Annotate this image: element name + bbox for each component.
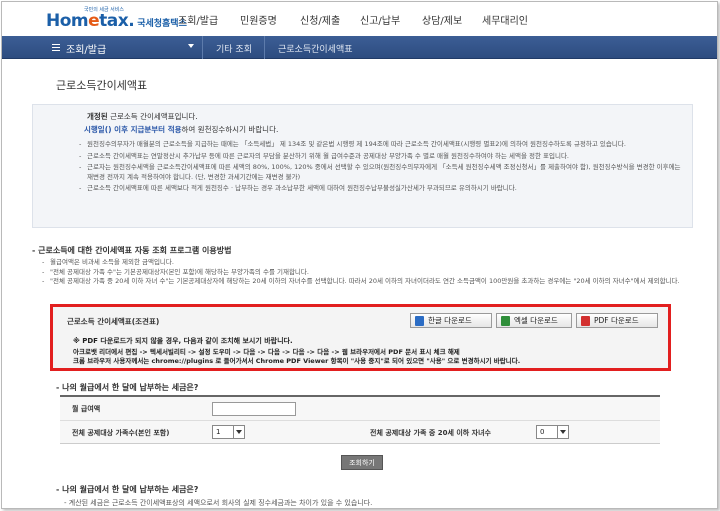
hwp-download-button[interactable]: 한글 다운로드 <box>410 313 492 328</box>
nav-item-consult[interactable]: 상담/제보 <box>422 12 482 27</box>
family-count-value: 1 <box>216 428 221 436</box>
pdf-file-icon <box>581 315 590 326</box>
hwp-file-icon <box>415 315 424 326</box>
chevron-down-icon <box>233 426 244 438</box>
result-note: - 계산된 세금은 근로소득 간이세액표상의 세액으로서 회사의 실제 징수세금… <box>64 499 373 507</box>
family-count-select[interactable]: 1 <box>212 425 245 439</box>
section-selector[interactable]: 조회/발급 <box>66 41 106 56</box>
page-title: 근로소득간이세액표 <box>56 79 148 92</box>
salary-input[interactable] <box>212 402 296 416</box>
excel-file-icon <box>501 315 510 326</box>
list-item: "전체 공제대상 가족 수"는 기본공제대상자(본인 포함)에 해당하는 부양가… <box>42 268 682 278</box>
family-count-label: 전체 공제대상 가족수(본인 포함) <box>72 429 170 437</box>
page-frame: 국민의 세금 서비스 Hometax. 국세청홈택스 조회/발급 민원증명 신청… <box>1 1 718 509</box>
list-item: 근로소득 간이세액표는 연말정산시 추가납부 등에 따른 근로자의 부담을 분산… <box>79 152 684 162</box>
list-item: 근로자는 원천징수세액을 근로소득간이세액표에 따른 세액의 80%, 100%… <box>79 163 684 182</box>
header: 국민의 세금 서비스 Hometax. 국세청홈택스 조회/발급 민원증명 신청… <box>2 2 717 36</box>
info-bullets: 원천징수의무자가 매월분의 근로소득을 지급하는 때에는 「소득세법」 제 13… <box>41 140 684 194</box>
main-nav: 조회/발급 민원증명 신청/제출 신고/납부 상담/제보 세무대리인 <box>178 12 528 27</box>
list-item: 월급여액은 비과세 소득을 제외한 금액입니다. <box>42 258 682 268</box>
usage-notes: 월급여액은 비과세 소득을 제외한 금액입니다. "전체 공제대상 가족 수"는… <box>42 258 682 287</box>
divider <box>202 36 203 59</box>
children-count-value: 0 <box>540 428 545 436</box>
info-line-2: 시행일() 이후 지급분부터 적용하여 원천징수하시기 바랍니다. <box>84 125 279 134</box>
button-label: 엑셀 다운로드 <box>514 316 558 325</box>
breadcrumb-current[interactable]: 근로소득간이세액표 <box>278 42 353 55</box>
section-title-result: 나의 월급에서 한 달에 납부하는 세금은? <box>56 484 198 495</box>
section-title-calc: 나의 월급에서 한 달에 납부하는 세금은? <box>56 382 198 393</box>
nav-item-certificate[interactable]: 민원증명 <box>240 12 300 27</box>
chevron-down-icon[interactable] <box>188 44 194 48</box>
info-line-1: 개정된 근로소득 간이세액표입니다. <box>87 112 198 121</box>
info-box: 개정된 근로소득 간이세액표입니다. 시행일() 이후 지급분부터 적용하여 원… <box>32 104 693 228</box>
salary-label: 월 급여액 <box>72 405 101 413</box>
button-label: PDF 다운로드 <box>594 316 639 325</box>
nav-item-tax-agent[interactable]: 세무대리인 <box>482 12 528 27</box>
pdf-download-button[interactable]: PDF 다운로드 <box>576 313 658 328</box>
button-label: 한글 다운로드 <box>428 316 472 325</box>
tax-calc-form: 월 급여액 전체 공제대상 가족수(본인 포함) 1 전체 공제대상 가족 중 … <box>60 395 660 444</box>
nav-item-apply[interactable]: 신청/제출 <box>300 12 360 27</box>
logo-tagline: 국민의 세금 서비스 <box>84 7 124 13</box>
hometax-logo[interactable]: 국민의 세금 서비스 Hometax. 국세청홈택스 <box>46 7 187 31</box>
download-box: 근로소득 간이세액표(조견표) 한글 다운로드 엑셀 다운로드 PDF 다운로드… <box>50 304 671 371</box>
list-item: 원천징수의무자가 매월분의 근로소득을 지급하는 때에는 「소득세법」 제 13… <box>79 140 684 150</box>
nav-item-inquiry[interactable]: 조회/발급 <box>178 12 240 27</box>
chevron-down-icon <box>557 426 568 438</box>
children-count-label: 전체 공제대상 가족 중 20세 이하 자녀수 <box>370 429 491 437</box>
calculate-button[interactable]: 조회하기 <box>341 455 383 470</box>
list-item: 근로소득 간이세액표에 따른 세액보다 적게 원천징수 · 납부하는 경우 과소… <box>79 184 684 194</box>
section-title-usage: 근로소득에 대한 간이세액표 자동 조회 프로그램 이용방법 <box>32 245 231 256</box>
result-note-text: 계산된 세금은 근로소득 간이세액표상의 세액으로서 회사의 실제 징수세금과는… <box>68 499 373 507</box>
nav-item-report-pay[interactable]: 신고/납부 <box>360 12 422 27</box>
list-item: "전체 공제대상 가족 중 20세 이하 자녀 수"는 기본공제대상자에 해당하… <box>42 277 682 287</box>
pdf-warning: ※ PDF 다운로드가 되지 않을 경우, 다음과 같이 조치해 보시기 바랍니… <box>73 337 293 345</box>
excel-download-button[interactable]: 엑셀 다운로드 <box>496 313 572 328</box>
logo-wordmark: Hometax. <box>46 11 135 31</box>
menu-icon[interactable] <box>52 44 60 51</box>
children-count-select[interactable]: 0 <box>536 425 569 439</box>
breadcrumb-other-inquiry[interactable]: 기타 조회 <box>216 42 252 55</box>
breadcrumb-bar: 조회/발급 기타 조회 근로소득간이세액표 <box>2 36 717 59</box>
download-title: 근로소득 간이세액표(조견표) <box>67 317 160 326</box>
divider <box>264 36 265 59</box>
chrome-instruction: 크롬 브라우저 사용자께서는 chrome://plugins 로 들어가셔서 … <box>73 357 521 365</box>
form-row-salary: 월 급여액 <box>60 397 660 421</box>
